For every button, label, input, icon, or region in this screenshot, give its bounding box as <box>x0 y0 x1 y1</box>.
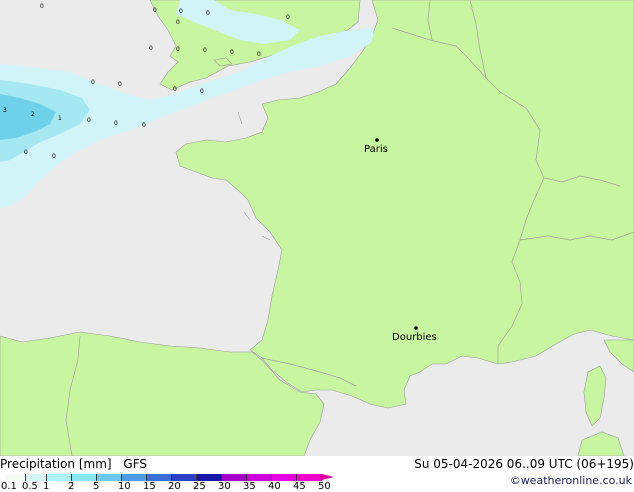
scale-tick-label: 25 <box>193 481 206 492</box>
scale-segment <box>147 474 172 481</box>
scale-tick-label: 40 <box>268 481 281 492</box>
scale-segment <box>26 474 47 481</box>
city-marker <box>414 326 418 330</box>
city-marker <box>375 138 379 142</box>
scale-tick-label: 15 <box>143 481 156 492</box>
scale-tick-label: 0.5 <box>22 481 38 492</box>
precip-label: 0 <box>230 49 234 56</box>
legend-title: Precipitation [mm] GFS <box>0 457 147 471</box>
city-label-paris: Paris <box>364 144 388 155</box>
scale-arrow <box>322 474 334 480</box>
scale-tick-label: 2 <box>68 481 75 492</box>
precipitation-map: 0 0 0 0 0 0 0 0 0 0 0 0 0 0 0 0 0 0 0 3 … <box>0 0 634 457</box>
forecast-datetime: Su 05-04-2026 06..09 UTC (06+195) <box>414 457 634 471</box>
scale-segment <box>197 474 222 481</box>
precip-label: 0 <box>91 79 95 86</box>
scale-tick-label: 5 <box>93 481 100 492</box>
scale-segment <box>97 474 122 481</box>
precip-label: 0 <box>257 51 261 58</box>
precip-label: 0 <box>118 81 122 88</box>
precip-label: 0 <box>87 117 91 124</box>
precip-label: 3 <box>3 107 7 114</box>
precip-label: 0 <box>173 86 177 93</box>
scale-segment <box>47 474 72 481</box>
scale-segment <box>297 474 322 481</box>
scale-segment <box>5 474 26 481</box>
scale-segment <box>72 474 97 481</box>
precip-label: 0 <box>24 149 28 156</box>
scale-segment <box>122 474 147 481</box>
precip-label: 0 <box>149 45 153 52</box>
precip-label: 0 <box>153 7 157 14</box>
city-label-dourbies: Dourbies <box>392 332 437 343</box>
precip-label: 0 <box>40 3 44 10</box>
precip-label: 0 <box>200 88 204 95</box>
precip-label: 0 <box>286 14 290 21</box>
scale-segment <box>222 474 247 481</box>
scale-tick-label: 10 <box>118 481 131 492</box>
precip-label: 0 <box>114 120 118 127</box>
precip-color-scale <box>5 474 334 481</box>
precip-label: 0 <box>52 153 56 160</box>
scale-segment <box>172 474 197 481</box>
credit-link[interactable]: ©weatheronline.co.uk <box>510 474 632 487</box>
precip-label: 0 <box>206 10 210 17</box>
precip-label: 0 <box>176 19 180 26</box>
precip-label: 1 <box>58 115 62 122</box>
scale-tick-label: 1 <box>43 481 50 492</box>
scale-segment <box>247 474 272 481</box>
scale-tick-label: 35 <box>243 481 256 492</box>
model-name: GFS <box>123 457 147 471</box>
scale-tick-label: 0.1 <box>1 481 17 492</box>
precip-label: 0 <box>203 47 207 54</box>
scale-tick-label: 20 <box>168 481 181 492</box>
scale-segment <box>272 474 297 481</box>
precip-label: 0 <box>179 8 183 15</box>
scale-tick-label: 30 <box>218 481 231 492</box>
precip-label: 2 <box>31 111 35 118</box>
precip-label: 0 <box>176 46 180 53</box>
scale-tick-label: 50 <box>318 481 331 492</box>
precip-label: 0 <box>142 122 146 129</box>
legend-title-text: Precipitation [mm] <box>0 457 112 471</box>
scale-tick-label: 45 <box>293 481 306 492</box>
